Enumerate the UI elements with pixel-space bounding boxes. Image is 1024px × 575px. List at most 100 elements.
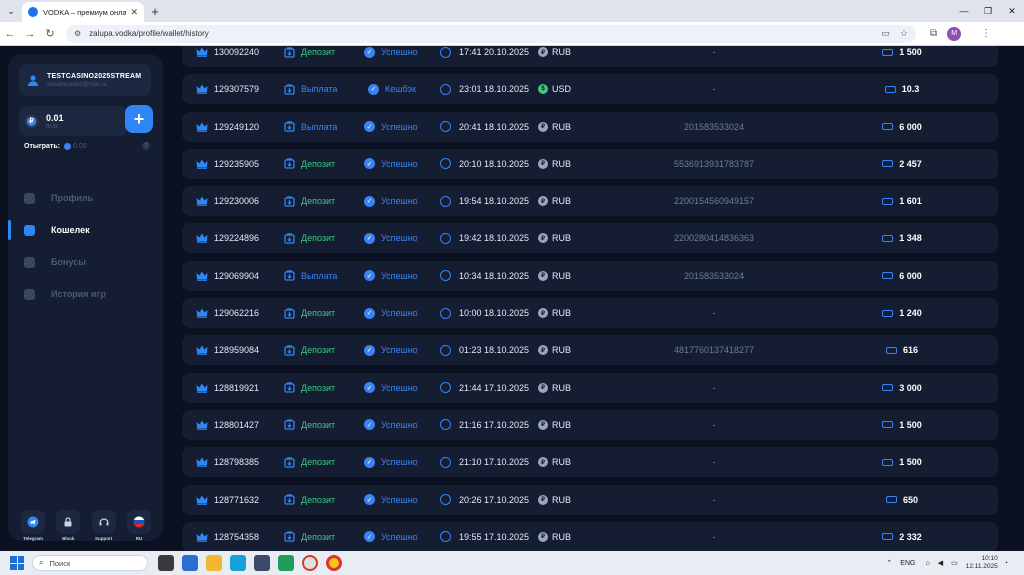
telegram-icon bbox=[27, 516, 39, 528]
back-icon[interactable]: ← bbox=[0, 28, 20, 40]
nav-item-profile[interactable]: Профиль bbox=[8, 184, 163, 212]
taskbar-clock[interactable]: 10:10 12.11.2025 bbox=[966, 555, 998, 571]
transaction-currency: RUB bbox=[552, 121, 572, 132]
transaction-status: Успешно bbox=[381, 158, 418, 169]
transaction-row[interactable]: 129224896 Депозит ✓ Успешно 19:42 18.10.2025… bbox=[182, 223, 998, 254]
notifications-icon[interactable]: ◔ bbox=[1004, 560, 1008, 567]
transaction-type-cell: Депозит bbox=[284, 149, 335, 179]
reload-icon[interactable]: ↻ bbox=[40, 27, 60, 40]
transaction-row[interactable]: 129249120 Выплата ✓ Успешно 20:41 18.10.2025… bbox=[182, 111, 998, 142]
transaction-row[interactable]: 128771632 Депозит ✓ Успешно 20:26 17.10.2025… bbox=[182, 484, 998, 515]
ruble-coin-icon: ₽ bbox=[538, 531, 548, 542]
windows-start-icon[interactable] bbox=[10, 556, 24, 570]
new-tab-button[interactable]: + bbox=[144, 4, 166, 19]
network-icon[interactable]: ⌂ bbox=[925, 560, 929, 567]
crown-icon bbox=[196, 159, 208, 169]
tray-chevron-icon[interactable]: ⌃ bbox=[886, 559, 892, 567]
transaction-row[interactable]: 129230006 Депозит ✓ Успешно 19:54 18.10.2025… bbox=[182, 186, 998, 217]
flag-ru-icon bbox=[133, 516, 145, 528]
minimize-icon[interactable]: — bbox=[952, 0, 976, 22]
ruble-coin-icon: ₽ bbox=[538, 196, 548, 207]
transaction-time-cell: 17:41 20.10.2025 bbox=[440, 46, 529, 67]
info-icon[interactable]: ? bbox=[142, 142, 150, 150]
transaction-time-cell: 19:54 18.10.2025 bbox=[440, 186, 529, 216]
transaction-currency-cell: ₽ RUB bbox=[538, 261, 571, 291]
url-text[interactable]: zalupa.vodka/profile/wallet/history bbox=[89, 29, 871, 38]
nav-item-wallet[interactable]: Кошелек bbox=[8, 216, 163, 244]
cash-icon bbox=[882, 197, 894, 205]
cash-icon bbox=[882, 48, 894, 56]
edge-browser-icon[interactable] bbox=[230, 555, 246, 571]
transaction-row[interactable]: 128819921 Депозит ✓ Успешно 21:44 17.10.2025… bbox=[182, 372, 998, 403]
transaction-time-cell: 21:44 17.10.2025 bbox=[440, 373, 529, 403]
transaction-row[interactable]: 128801427 Депозит ✓ Успешно 21:16 17.10.2025… bbox=[182, 409, 998, 440]
store-icon[interactable] bbox=[254, 555, 270, 571]
transaction-type: Депозит bbox=[301, 47, 336, 57]
transaction-row[interactable]: 129235905 Депозит ✓ Успешно 20:10 18.10.2025… bbox=[182, 148, 998, 179]
transaction-status-cell: ✓ Кешбэк bbox=[368, 74, 416, 104]
check-icon: ✓ bbox=[364, 344, 375, 356]
site-info-icon[interactable]: ⚙ bbox=[74, 29, 81, 38]
clock-icon bbox=[440, 344, 451, 356]
transaction-account: - bbox=[712, 47, 716, 57]
cash-icon bbox=[882, 160, 894, 168]
bookmark-star-icon[interactable]: ☆ bbox=[900, 28, 908, 39]
transaction-id-cell: 128959084 bbox=[196, 335, 259, 365]
transaction-type-cell: Выплата bbox=[284, 74, 337, 104]
volume-icon[interactable]: ◀ bbox=[938, 559, 943, 567]
transaction-row[interactable]: 130092240 Депозит ✓ Успешно 17:41 20.10.2025… bbox=[182, 46, 998, 67]
transfer-icon bbox=[284, 307, 295, 319]
transaction-row[interactable]: 129062216 Депозит ✓ Успешно 10:00 18.10.2025… bbox=[182, 298, 998, 329]
yandex-browser-icon[interactable] bbox=[302, 555, 318, 571]
transaction-currency-cell: ₽ RUB bbox=[538, 485, 571, 515]
user-card[interactable]: TESTCASINO2025STREAM streamcasino@mail.r… bbox=[19, 64, 151, 96]
taskbar-search[interactable]: ⌕ Поиск bbox=[32, 555, 148, 571]
transaction-row[interactable]: 128798385 Депозит ✓ Успешно 21:10 17.10.2025… bbox=[182, 447, 998, 478]
transaction-type: Депозит bbox=[301, 308, 336, 319]
transaction-status: Успешно bbox=[381, 382, 418, 393]
task-view-icon[interactable] bbox=[158, 555, 174, 571]
social-support[interactable]: Support bbox=[91, 510, 117, 541]
language-switch[interactable]: RU bbox=[126, 510, 152, 541]
transaction-amount-cell: 6 000 bbox=[842, 112, 962, 142]
nav-item-bonuses[interactable]: Бонусы bbox=[8, 248, 163, 276]
transaction-row[interactable]: 128754358 Депозит ✓ Успешно 19:55 17.10.2025… bbox=[182, 521, 998, 551]
address-bar[interactable]: ⚙ zalupa.vodka/profile/wallet/history ▭ … bbox=[66, 24, 916, 43]
browser-tab[interactable]: VODKA – премиум онлайн-ка ✕ bbox=[22, 2, 144, 22]
menu-kebab-icon[interactable]: ⋮ bbox=[981, 28, 991, 39]
nav-item-game-history[interactable]: История игр bbox=[8, 280, 163, 308]
social-links: Telegram Block Support RU bbox=[20, 510, 152, 541]
transaction-datetime: 01:23 18.10.2025 bbox=[459, 345, 530, 356]
install-app-icon[interactable]: ▭ bbox=[881, 28, 890, 39]
battery-icon[interactable]: ▭ bbox=[951, 559, 958, 567]
close-window-icon[interactable]: ✕ bbox=[1000, 0, 1024, 22]
close-tab-icon[interactable]: ✕ bbox=[130, 7, 138, 18]
chrome-icon[interactable] bbox=[326, 555, 342, 571]
extensions-icon[interactable]: ⧉ bbox=[930, 28, 937, 39]
clock-icon bbox=[440, 121, 451, 133]
transaction-row[interactable]: 129069904 Выплата ✓ Успешно 10:34 18.10.2025… bbox=[182, 260, 998, 291]
transaction-type: Депозит bbox=[301, 345, 336, 356]
transaction-type-cell: Депозит bbox=[284, 447, 335, 477]
crown-icon bbox=[196, 122, 208, 132]
file-explorer-icon[interactable] bbox=[206, 555, 222, 571]
nav-item-label: Бонусы bbox=[51, 257, 86, 267]
transaction-amount-cell: 650 bbox=[842, 485, 962, 515]
restore-icon[interactable]: ❐ bbox=[976, 0, 1000, 22]
deposit-plus-button[interactable]: + bbox=[125, 105, 153, 133]
profile-avatar[interactable]: M bbox=[947, 26, 962, 41]
social-block[interactable]: Block bbox=[55, 510, 81, 541]
tab-search-button[interactable]: ⌄ bbox=[0, 0, 22, 22]
transaction-type: Депозит bbox=[301, 457, 336, 468]
crown-icon bbox=[196, 532, 208, 542]
app-icon[interactable] bbox=[278, 555, 294, 571]
social-telegram[interactable]: Telegram bbox=[20, 510, 46, 541]
transaction-row[interactable]: 128959084 Депозит ✓ Успешно 01:23 18.10.2025… bbox=[182, 335, 998, 366]
language-indicator[interactable]: ENG bbox=[900, 560, 915, 567]
widgets-icon[interactable] bbox=[182, 555, 198, 571]
transfer-icon bbox=[284, 494, 295, 505]
transaction-id: 129307579 bbox=[214, 84, 260, 95]
transaction-amount: 1 500 bbox=[899, 457, 922, 468]
transaction-row[interactable]: 129307579 Выплата ✓ Кешбэк 23:01 18.10.2025 $… bbox=[182, 74, 998, 105]
forward-icon[interactable]: → bbox=[20, 28, 40, 40]
